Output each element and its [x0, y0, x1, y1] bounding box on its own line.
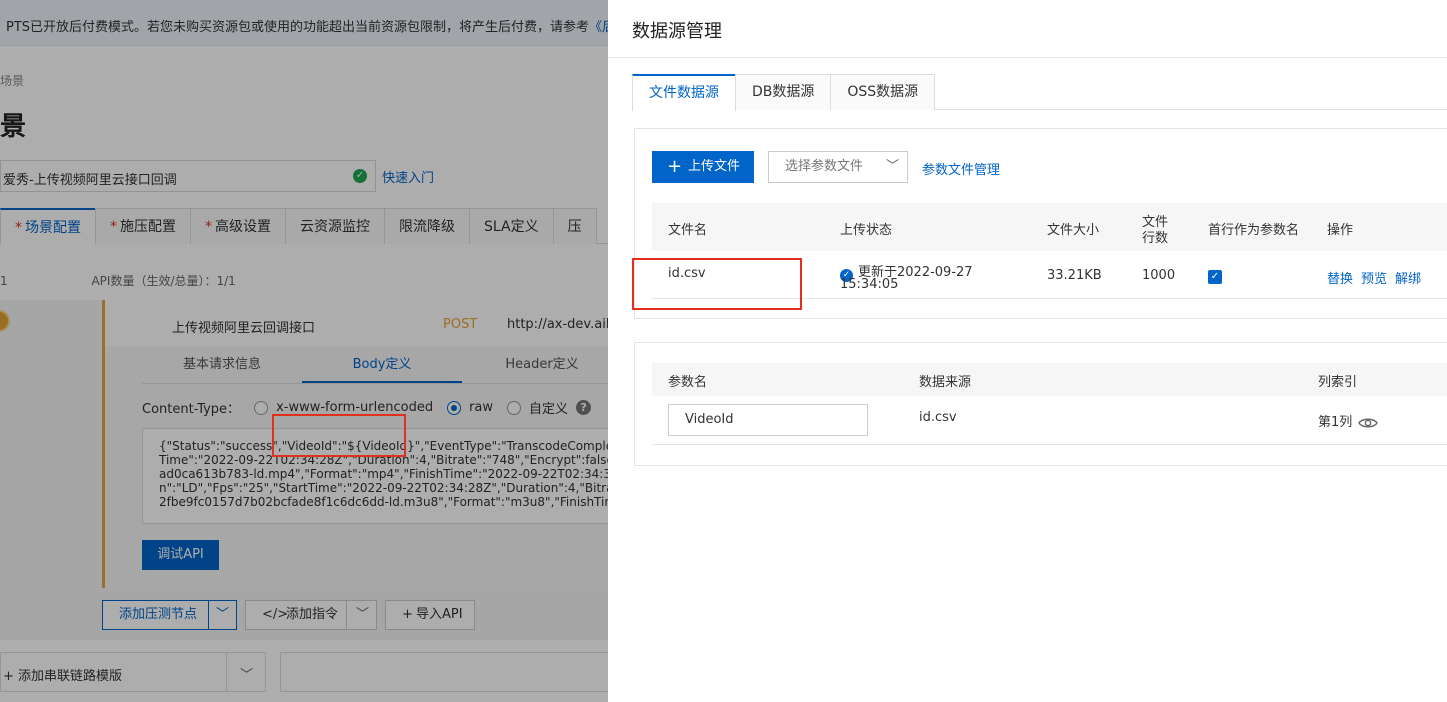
chevron-down-icon: ﹀ — [885, 159, 899, 174]
param-table-card: 参数名 数据来源 列索引 VideoId id.csv 第1列 — [634, 342, 1447, 466]
file-table-header: 文件名 上传状态 文件大小 文件 行数 首行作为参数名 操作 — [652, 203, 1447, 251]
file-size: 33.21KB — [1047, 268, 1102, 283]
file-rows: 1000 — [1142, 268, 1176, 283]
overlay-mask[interactable] — [0, 0, 608, 702]
upload-status-time: 15:34:05 — [840, 277, 899, 292]
row-actions: 替换 预览 解绑 — [1327, 268, 1429, 287]
first-row-checkbox[interactable]: ✓ — [1208, 270, 1222, 284]
param-file-manage-link[interactable]: 参数文件管理 — [922, 159, 1000, 178]
datasource-tabs: 文件数据源 DB数据源 OSS数据源 — [632, 74, 1447, 111]
unbind-link[interactable]: 解绑 — [1395, 272, 1421, 287]
param-name-input[interactable]: VideoId — [668, 404, 868, 436]
replace-link[interactable]: 替换 — [1327, 272, 1353, 287]
drawer-title: 数据源管理 — [632, 21, 722, 42]
tab-db-datasource[interactable]: DB数据源 — [735, 74, 832, 110]
eye-icon[interactable] — [1358, 416, 1379, 430]
highlight-box-filename — [632, 258, 802, 310]
highlight-box-videoid — [272, 414, 406, 457]
param-file-select[interactable]: 选择参数文件 ﹀ — [768, 151, 908, 183]
param-column-index: 第1列 — [1318, 411, 1379, 430]
param-source: id.csv — [919, 410, 957, 425]
preview-link[interactable]: 预览 — [1361, 272, 1387, 287]
tab-file-datasource[interactable]: 文件数据源 — [632, 74, 736, 111]
tab-oss-datasource[interactable]: OSS数据源 — [830, 74, 936, 110]
table-row: VideoId id.csv 第1列 — [652, 396, 1447, 445]
plus-icon: + — [667, 156, 683, 177]
divider — [608, 57, 1447, 58]
param-table-header: 参数名 数据来源 列索引 — [652, 363, 1447, 396]
upload-file-button[interactable]: + 上传文件 — [652, 151, 754, 183]
